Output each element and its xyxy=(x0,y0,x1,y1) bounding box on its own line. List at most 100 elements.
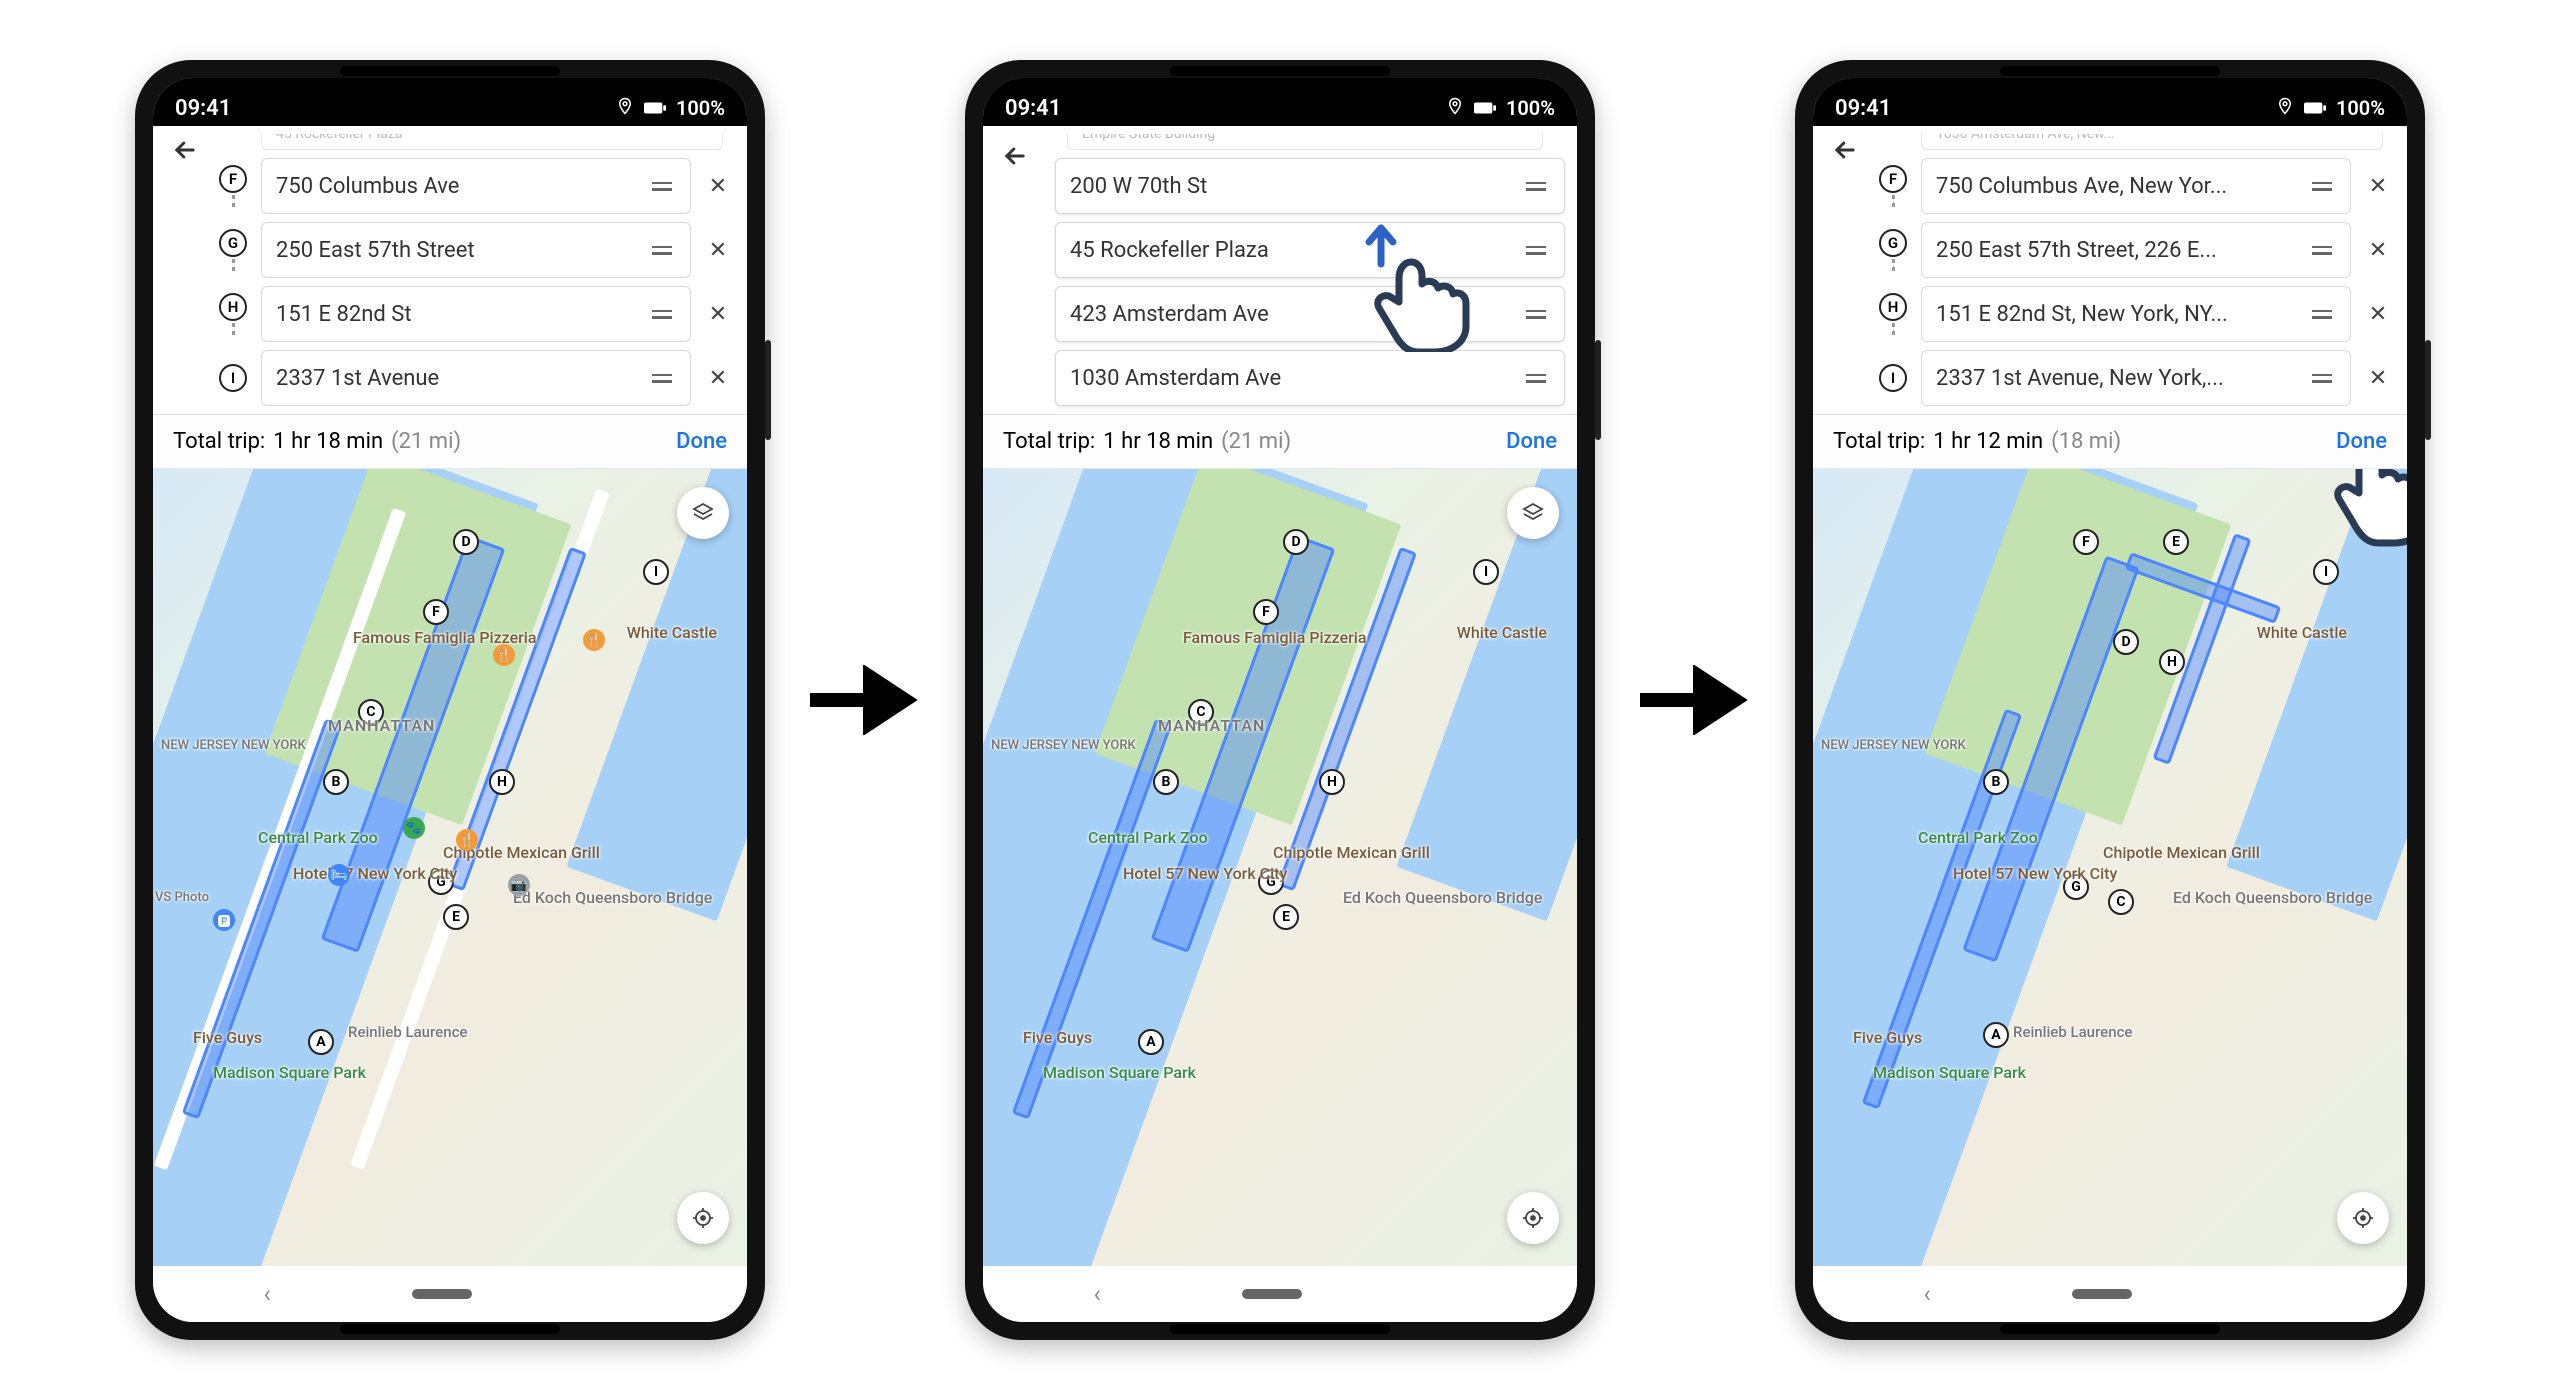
stop-address-input[interactable]: 2337 1st Avenue, New York,... xyxy=(1921,350,2351,406)
map-marker-h[interactable]: H xyxy=(2159,649,2185,675)
map[interactable]: F E I D H B G C A White Castle NEW JERSE… xyxy=(1813,469,2407,1266)
drag-handle-icon[interactable] xyxy=(648,374,676,383)
map-marker-c[interactable]: C xyxy=(2108,889,2134,915)
poi-icon[interactable]: 📷 xyxy=(508,874,530,896)
remove-stop-icon[interactable]: ✕ xyxy=(2361,302,2395,327)
drag-handle-icon[interactable] xyxy=(1522,310,1550,319)
layers-button[interactable] xyxy=(677,487,729,539)
map-marker-i[interactable]: I xyxy=(2313,559,2339,585)
map-marker-e[interactable]: E xyxy=(443,904,469,930)
stop-row: G250 East 57th Street✕ xyxy=(165,222,735,278)
drag-handle-icon[interactable] xyxy=(2308,246,2336,255)
trip-distance: (18 mi) xyxy=(2051,429,2121,454)
stop-address-input[interactable]: 151 E 82nd St xyxy=(261,286,691,342)
locate-me-button[interactable] xyxy=(1507,1192,1559,1244)
battery-icon xyxy=(2304,96,2326,120)
drag-handle-icon[interactable] xyxy=(1522,374,1550,383)
map-marker-b[interactable]: B xyxy=(1983,769,2009,795)
stop-address-input[interactable]: 750 Columbus Ave xyxy=(261,158,691,214)
drag-handle-icon[interactable] xyxy=(1522,182,1550,191)
stop-address-input[interactable]: 45 Rockefeller Plaza xyxy=(1055,222,1565,278)
remove-stop-icon[interactable]: ✕ xyxy=(2361,366,2395,391)
remove-stop-icon[interactable]: ✕ xyxy=(2361,238,2395,263)
map-marker-h[interactable]: H xyxy=(1319,769,1345,795)
map-marker-b[interactable]: B xyxy=(323,769,349,795)
map-marker-i[interactable]: I xyxy=(643,559,669,585)
map-marker-f[interactable]: F xyxy=(2073,529,2099,555)
nav-home-pill[interactable] xyxy=(412,1289,472,1299)
poi-icon[interactable]: 🍴 xyxy=(583,629,605,651)
done-button[interactable]: Done xyxy=(1506,429,1557,454)
map-marker-a[interactable]: A xyxy=(1983,1022,2009,1048)
stop-address-input[interactable]: 250 East 57th Street xyxy=(261,222,691,278)
nav-home-pill[interactable] xyxy=(2072,1289,2132,1299)
stop-address-input[interactable]: 250 East 57th Street, 226 E... xyxy=(1921,222,2351,278)
location-icon xyxy=(1446,96,1464,120)
map-marker-d[interactable]: D xyxy=(453,529,479,555)
drag-handle-icon[interactable] xyxy=(2308,310,2336,319)
drag-handle-icon[interactable] xyxy=(1522,246,1550,255)
trip-label: Total trip: xyxy=(173,429,265,454)
stop-row: G250 East 57th Street, 226 E...✕ xyxy=(1825,222,2395,278)
stop-row: H151 E 82nd St✕ xyxy=(165,286,735,342)
stop-address-input[interactable]: 750 Columbus Ave, New Yor... xyxy=(1921,158,2351,214)
map-marker-a[interactable]: A xyxy=(308,1029,334,1055)
back-icon[interactable] xyxy=(1001,155,1029,174)
map-marker-d[interactable]: D xyxy=(1283,529,1309,555)
poi-pizzeria: Famous Famiglia Pizzeria xyxy=(1183,629,1367,647)
remove-stop-icon[interactable]: ✕ xyxy=(2361,174,2395,199)
remove-stop-icon[interactable]: ✕ xyxy=(701,366,735,391)
done-button[interactable]: Done xyxy=(676,429,727,454)
poi-icon[interactable]: 🐾 xyxy=(403,817,425,839)
drag-handle-icon[interactable] xyxy=(2308,374,2336,383)
phone-notch xyxy=(340,66,560,76)
remove-stop-icon[interactable]: ✕ xyxy=(701,238,735,263)
map-marker-h[interactable]: H xyxy=(489,769,515,795)
back-icon[interactable] xyxy=(1831,149,1859,168)
drag-handle-icon[interactable] xyxy=(648,246,676,255)
screen-1: 09:41 100% 45 Rockefeller Plaza F750 Col… xyxy=(153,78,747,1322)
done-button[interactable]: Done xyxy=(2336,429,2387,454)
map-marker-d[interactable]: D xyxy=(2113,629,2139,655)
trip-summary-bar: Total trip: 1 hr 18 min (21 mi) Done xyxy=(153,415,747,469)
back-icon[interactable] xyxy=(171,136,199,171)
map-marker-f[interactable]: F xyxy=(423,599,449,625)
nav-back-icon[interactable]: ‹ xyxy=(1923,1280,1930,1308)
poi-icon[interactable]: 🛏 xyxy=(328,864,350,886)
stop-address-input[interactable]: 1030 Amsterdam Ave xyxy=(1055,350,1565,406)
layers-button[interactable] xyxy=(1507,487,1559,539)
locate-me-button[interactable] xyxy=(677,1192,729,1244)
drag-handle-icon[interactable] xyxy=(648,182,676,191)
stop-address-input[interactable]: 423 Amsterdam Ave xyxy=(1055,286,1565,342)
poi-chipotle: Chipotle Mexican Grill xyxy=(2103,844,2260,862)
phone-notch-bottom xyxy=(1170,1324,1390,1334)
nav-back-icon[interactable]: ‹ xyxy=(263,1280,270,1308)
stop-address-input[interactable]: 200 W 70th St xyxy=(1055,158,1565,214)
stop-address-input[interactable]: 2337 1st Avenue xyxy=(261,350,691,406)
map[interactable]: D I F C B H G E A Famous Famiglia Pizzer… xyxy=(983,469,1577,1266)
map-marker-b[interactable]: B xyxy=(1153,769,1179,795)
remove-stop-icon[interactable]: ✕ xyxy=(701,174,735,199)
phone-frame-3: 09:41 100% 1030 Amsterdam Ave, New... F7… xyxy=(1795,60,2425,1340)
map-marker-e[interactable]: E xyxy=(1273,904,1299,930)
poi-icon[interactable]: 🅿 xyxy=(213,909,235,931)
nav-back-icon[interactable]: ‹ xyxy=(1093,1280,1100,1308)
remove-stop-icon[interactable]: ✕ xyxy=(701,302,735,327)
drag-handle-icon[interactable] xyxy=(648,310,676,319)
map-marker-i[interactable]: I xyxy=(1473,559,1499,585)
status-time: 09:41 xyxy=(1835,96,1891,121)
location-icon xyxy=(616,96,634,120)
poi-icon[interactable]: 🍴 xyxy=(456,829,478,851)
map-marker-f[interactable]: F xyxy=(1253,599,1279,625)
poi-icon[interactable]: 🍴 xyxy=(493,644,515,666)
locate-me-button[interactable] xyxy=(2337,1192,2389,1244)
map-marker-a[interactable]: A xyxy=(1138,1029,1164,1055)
poi-hotel57: Hotel 57 New York City xyxy=(1953,865,2117,883)
map[interactable]: D I F C B H G E A Famous Famiglia Pizzer… xyxy=(153,469,747,1266)
stop-address-input[interactable]: 151 E 82nd St, New York, NY... xyxy=(1921,286,2351,342)
map-marker-e[interactable]: E xyxy=(2163,529,2189,555)
drag-handle-icon[interactable] xyxy=(2308,182,2336,191)
stop-row-cutoff: 45 Rockefeller Plaza xyxy=(261,134,723,150)
nav-home-pill[interactable] xyxy=(1242,1289,1302,1299)
stop-row: F750 Columbus Ave✕ xyxy=(165,158,735,214)
